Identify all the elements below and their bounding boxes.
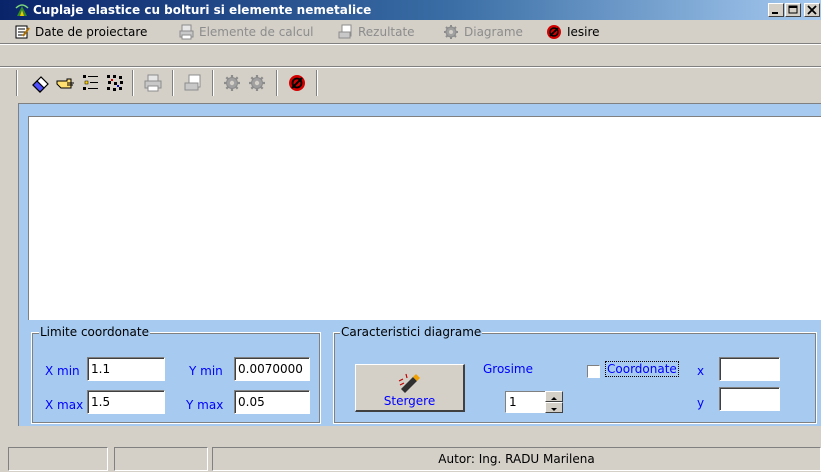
results-icon xyxy=(338,24,352,38)
menu-label: Rezultate xyxy=(358,24,415,39)
status-author: Autor: Ing. RADU Marilena xyxy=(212,447,821,471)
stergere-button[interactable]: Stergere xyxy=(355,364,465,412)
minimize-button[interactable] xyxy=(768,3,784,17)
list-icon xyxy=(83,75,98,90)
toolbar-gear-button[interactable] xyxy=(221,72,243,94)
spin-down-button[interactable] xyxy=(545,402,563,413)
toolbar-results-button[interactable] xyxy=(182,72,204,94)
limits-group-legend: Limite coordonate xyxy=(39,325,150,339)
ymin-label: Y min xyxy=(189,364,223,378)
xmin-label: X min xyxy=(45,364,80,378)
toolbar-grip xyxy=(16,70,18,96)
menu-iesire[interactable]: Iesire xyxy=(546,23,600,40)
menu-bar: Date de proiectare Elemente de calcul Re… xyxy=(0,20,821,42)
menu-label: Iesire xyxy=(567,24,600,39)
status-pane-1 xyxy=(8,447,108,471)
results-icon xyxy=(184,74,201,91)
toolbar-separator xyxy=(276,70,278,96)
close-icon xyxy=(807,5,817,15)
menu-rezultate[interactable]: Rezultate xyxy=(337,23,415,40)
menu-label: Diagrame xyxy=(464,24,523,39)
x-coordinate-input[interactable] xyxy=(719,357,780,381)
xmax-label: X max xyxy=(45,398,84,412)
gear-icon xyxy=(224,75,240,91)
toolbar-eraser-button[interactable] xyxy=(30,72,52,94)
dots-icon xyxy=(107,75,123,91)
toolbar-separator xyxy=(212,70,214,96)
thickness-input[interactable] xyxy=(505,391,545,413)
status-bar: Autor: Ing. RADU Marilena xyxy=(0,445,821,472)
divider xyxy=(0,66,821,68)
title-bar: Cuplaje elastice cu bolturi si elemente … xyxy=(0,0,821,20)
diagram-group-legend: Caracteristici diagrame xyxy=(340,325,483,339)
toolbar-print-button[interactable] xyxy=(142,72,164,94)
toolbar-list-button[interactable] xyxy=(80,72,102,94)
printer-icon xyxy=(144,74,162,92)
close-button[interactable] xyxy=(804,3,820,17)
spin-up-button[interactable] xyxy=(545,391,563,402)
ymin-input[interactable] xyxy=(234,357,310,381)
divider xyxy=(0,43,821,45)
xmax-input[interactable] xyxy=(87,390,165,414)
printer-icon xyxy=(179,24,194,39)
ymax-label: Y max xyxy=(186,398,224,412)
toolbar-gear-button-2[interactable] xyxy=(246,72,268,94)
diagram-canvas[interactable] xyxy=(28,116,821,320)
ymax-input[interactable] xyxy=(234,390,310,414)
gear-icon xyxy=(444,24,458,39)
y-coordinate-input[interactable] xyxy=(719,387,780,411)
eraser-pen-icon xyxy=(398,373,420,393)
app-icon xyxy=(15,4,29,16)
toolbar-dots-button[interactable] xyxy=(104,72,126,94)
thickness-label: Grosime xyxy=(483,362,533,376)
arrow-down-icon xyxy=(551,408,557,411)
minimize-icon xyxy=(772,12,778,14)
status-pane-2 xyxy=(114,447,208,471)
coordonate-label[interactable]: Coordonate xyxy=(605,361,679,377)
x-label: x xyxy=(697,364,705,378)
maximize-icon xyxy=(788,5,798,14)
toolbar-exit-button[interactable] xyxy=(286,72,308,94)
menu-elemente-de-calcul[interactable]: Elemente de calcul xyxy=(178,23,314,40)
gear-icon xyxy=(249,75,265,91)
eraser-icon xyxy=(32,76,49,93)
window-title: Cuplaje elastice cu bolturi si elemente … xyxy=(33,3,372,17)
xmin-input[interactable] xyxy=(87,357,165,381)
menu-label: Elemente de calcul xyxy=(199,24,314,39)
toolbar-separator xyxy=(172,70,174,96)
thickness-spinner[interactable] xyxy=(505,391,563,413)
pointer-hand-icon xyxy=(56,78,74,89)
stergere-label: Stergere xyxy=(383,394,436,408)
exit-icon xyxy=(289,75,305,91)
toolbar-separator xyxy=(316,70,318,96)
exit-icon xyxy=(547,24,561,39)
menu-label: Date de proiectare xyxy=(35,24,148,39)
y-label: y xyxy=(697,396,705,410)
coordonate-checkbox[interactable] xyxy=(587,365,600,378)
toolbar-separator xyxy=(132,70,134,96)
menu-date-de-proiectare[interactable]: Date de proiectare xyxy=(14,23,147,40)
menu-diagrame[interactable]: Diagrame xyxy=(443,23,523,40)
toolbar-pointer-button[interactable] xyxy=(55,72,77,94)
design-data-icon xyxy=(15,25,30,38)
maximize-button[interactable] xyxy=(785,3,801,17)
